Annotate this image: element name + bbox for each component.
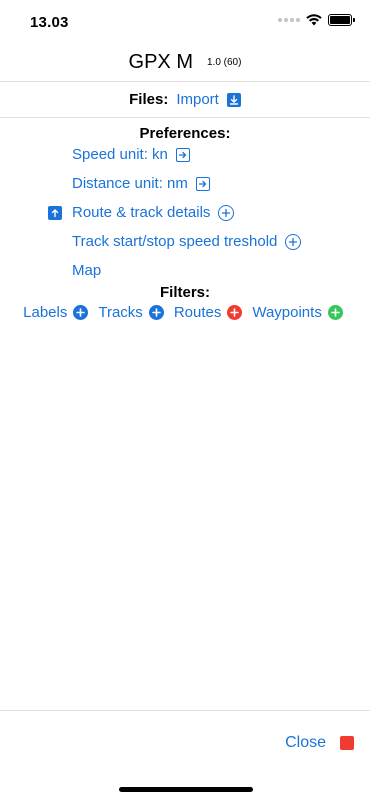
footer-divider [0,710,370,711]
download-icon[interactable] [226,92,241,107]
app-title: GPX M [128,51,193,73]
plus-circle-filled-icon[interactable] [148,305,164,320]
home-indicator [119,787,253,792]
plus-circle-filled-icon[interactable] [73,305,89,320]
filter-tracks-label[interactable]: Tracks [98,304,142,321]
arrow-right-square-icon[interactable] [175,147,190,162]
app-header: GPX M 1.0 (60) [0,44,370,82]
files-row: Files: Import [0,82,370,118]
plus-circle-icon[interactable] [218,204,235,221]
preferences-title: Preferences: [139,125,231,142]
pref-distance-unit[interactable]: Distance unit: nm [72,175,210,192]
plus-circle-filled-icon[interactable] [227,305,243,320]
filters-row: Labels Tracks Routes Waypoints [0,304,370,321]
filter-waypoints-label[interactable]: Waypoints [252,304,321,321]
wifi-icon [306,14,322,26]
arrow-right-square-icon[interactable] [195,176,210,191]
arrow-up-square-icon[interactable] [48,205,62,220]
filter-tracks[interactable]: Tracks [98,304,164,321]
pref-route-track-details[interactable]: Route & track details [48,204,235,221]
app-version: 1.0 (60) [206,57,242,68]
filter-labels-label[interactable]: Labels [23,304,67,321]
plus-circle-icon[interactable] [285,233,302,250]
status-time: 13.03 [30,14,69,31]
stop-square-icon[interactable] [340,736,354,750]
distance-unit-label[interactable]: Distance unit: nm [72,175,188,192]
battery-icon [328,14,355,26]
close-row[interactable]: Close [285,734,354,752]
pref-speed-threshold[interactable]: Track start/stop speed treshold [72,233,302,250]
speed-unit-label[interactable]: Speed unit: kn [72,146,168,163]
status-bar: 13.03 [0,0,370,44]
filter-waypoints[interactable]: Waypoints [252,304,343,321]
filter-routes-label[interactable]: Routes [174,304,222,321]
plus-circle-filled-icon[interactable] [327,305,343,320]
pref-map[interactable]: Map [72,262,101,279]
pref-speed-unit[interactable]: Speed unit: kn [72,146,190,163]
speed-threshold-label[interactable]: Track start/stop speed treshold [72,233,277,250]
filters-title: Filters: [159,284,210,301]
status-icons [278,14,355,26]
filter-routes[interactable]: Routes [174,304,243,321]
files-label: Files: [129,91,169,108]
import-button[interactable]: Import [176,91,219,108]
filter-labels[interactable]: Labels [23,304,89,321]
map-label[interactable]: Map [72,262,101,279]
signal-icon [278,18,300,22]
close-button[interactable]: Close [285,734,326,752]
route-track-details-label[interactable]: Route & track details [72,204,210,221]
